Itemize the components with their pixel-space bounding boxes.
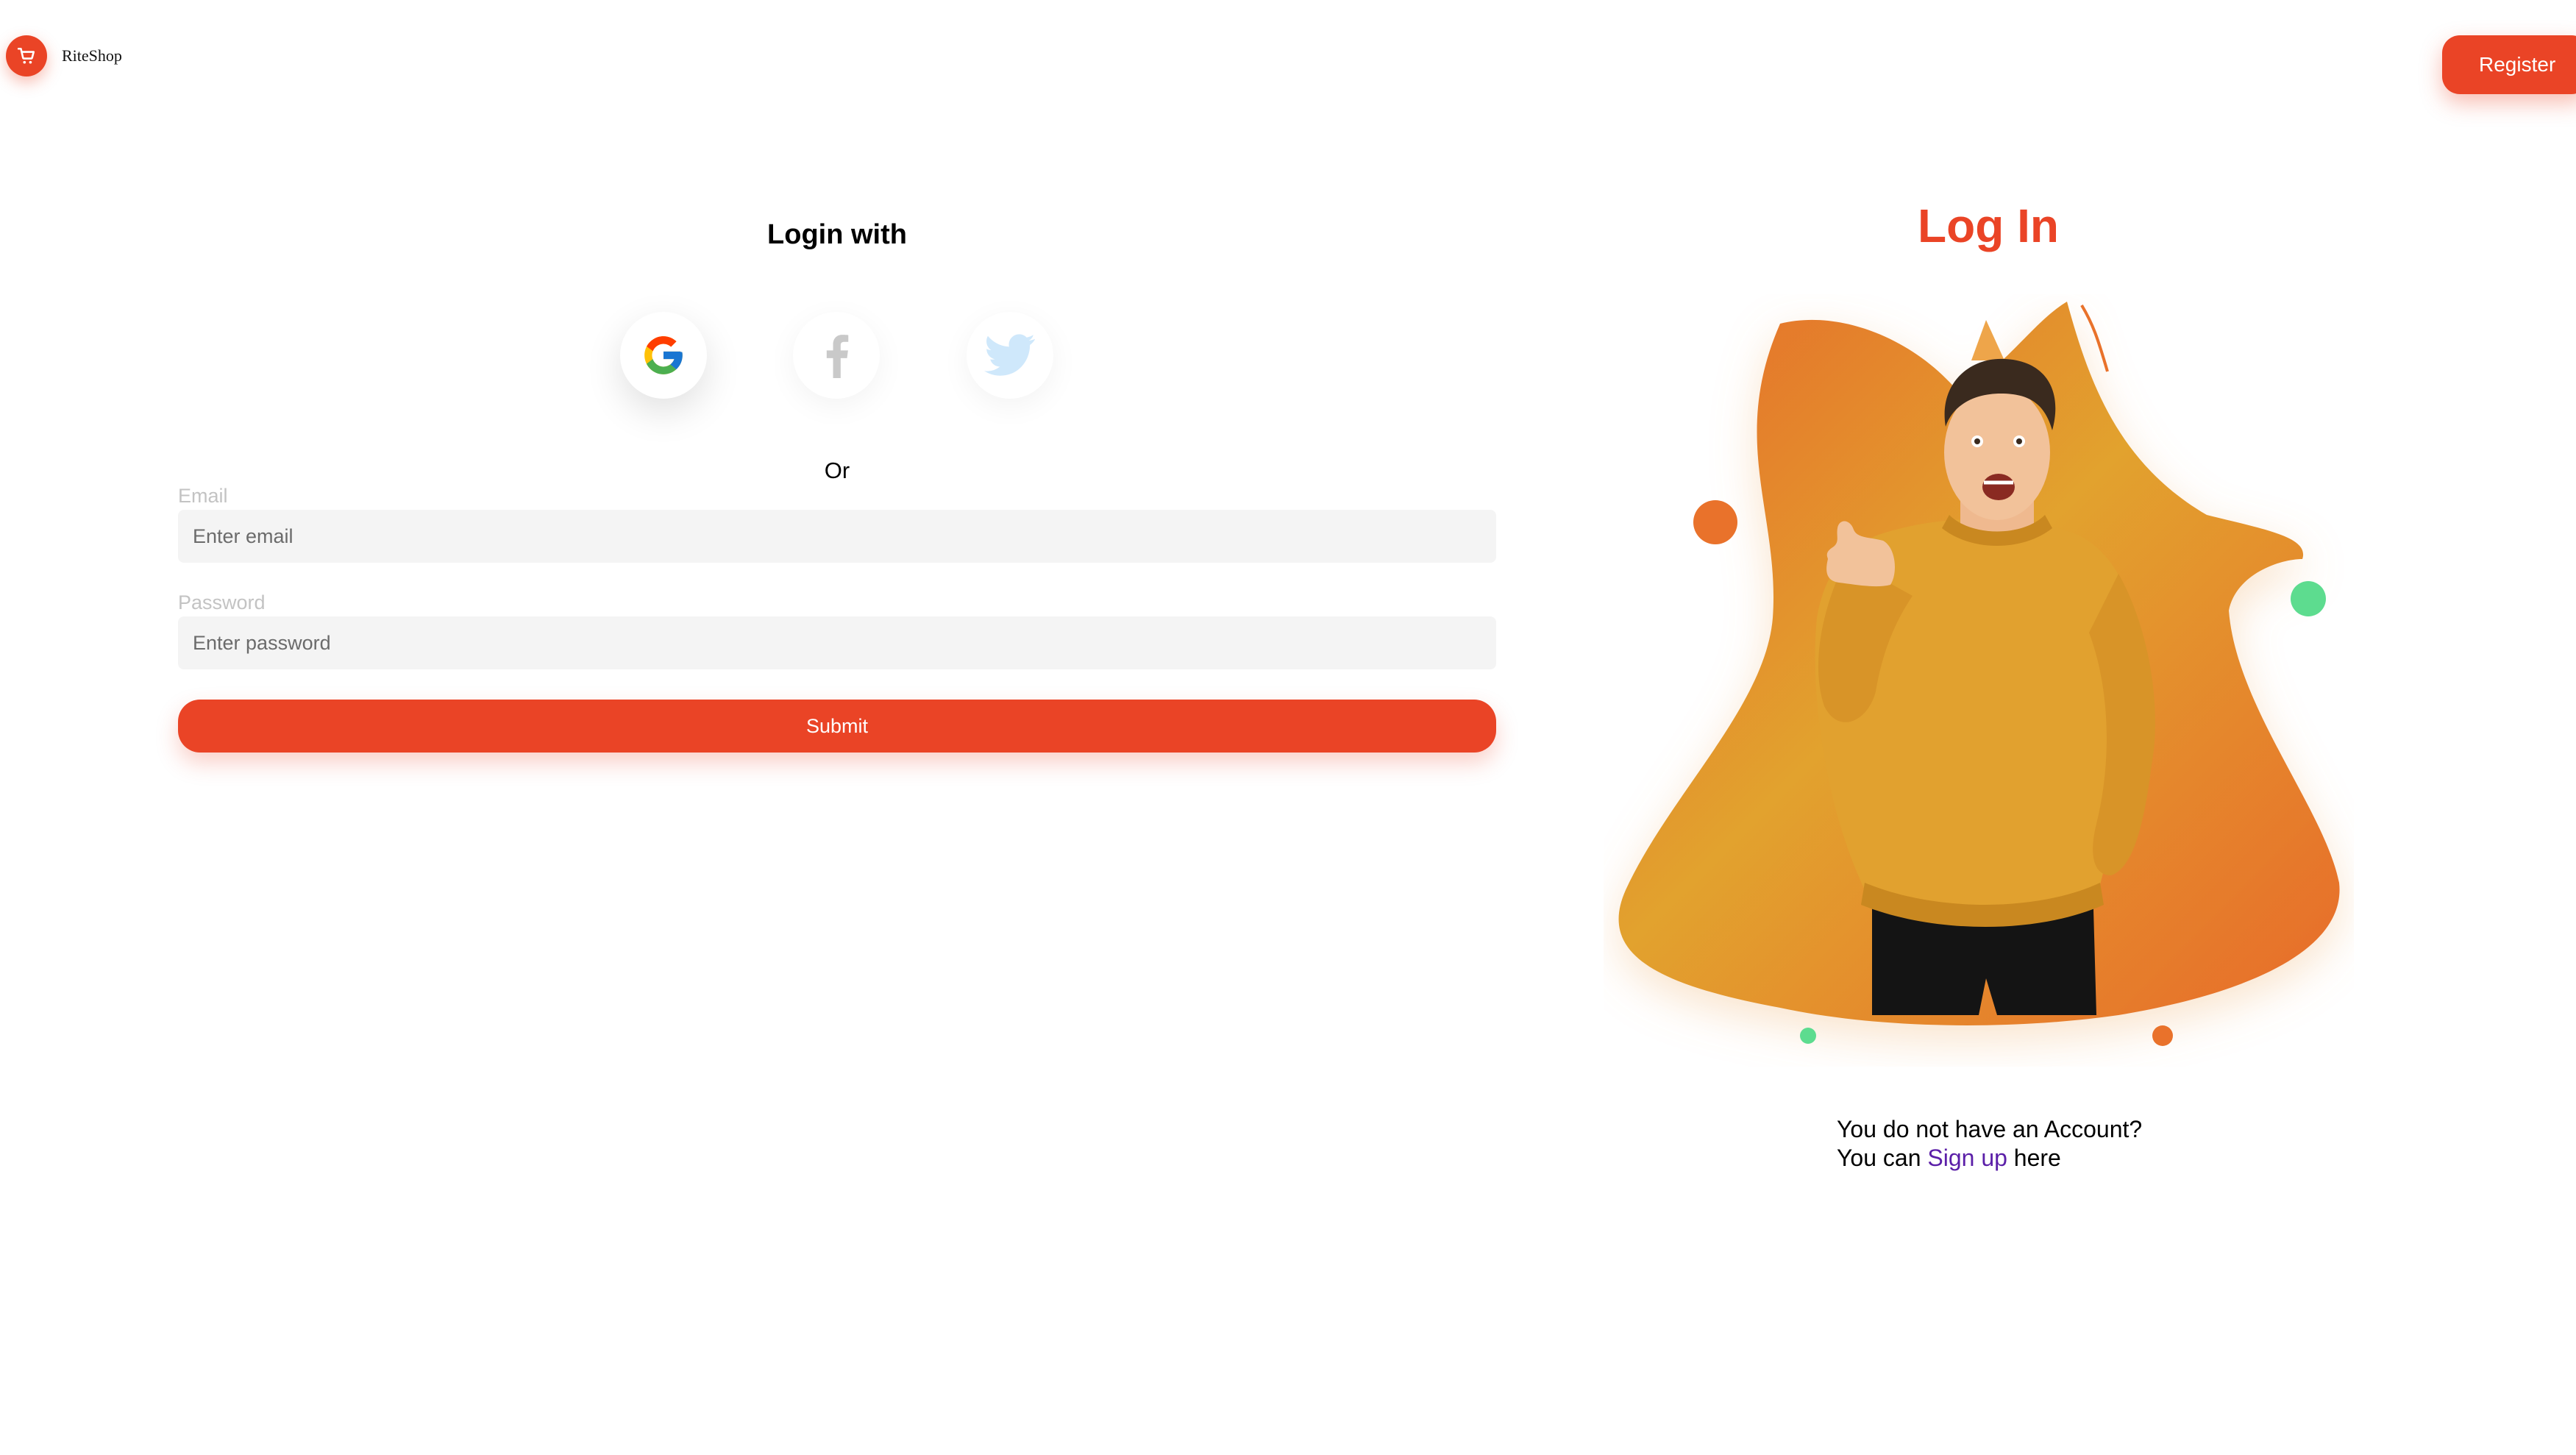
login-with-heading: Login with bbox=[767, 219, 907, 250]
signup-suffix: here bbox=[2007, 1145, 2061, 1171]
google-icon bbox=[644, 336, 683, 374]
or-divider: Or bbox=[824, 458, 850, 483]
login-page: RiteShop Register Login with Or Email Pa… bbox=[0, 0, 2576, 1455]
google-login-button[interactable] bbox=[620, 312, 707, 399]
page-title: Log In bbox=[1918, 199, 2059, 252]
register-button[interactable]: Register bbox=[2442, 35, 2576, 94]
twitter-icon bbox=[984, 334, 1035, 376]
email-field[interactable] bbox=[178, 510, 1496, 563]
facebook-login-button[interactable] bbox=[793, 312, 880, 399]
password-field[interactable] bbox=[178, 616, 1496, 669]
shopping-cart-icon bbox=[6, 35, 47, 77]
smiling-man-pointing-illustration bbox=[1618, 302, 2340, 1046]
brand-logo[interactable]: RiteShop bbox=[6, 35, 122, 77]
sign-up-link[interactable]: Sign up bbox=[1927, 1145, 2007, 1171]
signup-prompt: You do not have an Account? You can Sign… bbox=[1837, 1115, 2142, 1173]
twitter-login-button[interactable] bbox=[967, 312, 1053, 399]
brand-name: RiteShop bbox=[62, 46, 122, 65]
signup-prefix: You can bbox=[1837, 1145, 1928, 1171]
email-label: Email bbox=[178, 485, 228, 507]
signup-line-1: You do not have an Account? bbox=[1837, 1116, 2143, 1142]
facebook-icon bbox=[826, 335, 849, 378]
signup-line-2: You can Sign up here bbox=[1837, 1144, 2142, 1173]
password-label: Password bbox=[178, 591, 266, 613]
submit-button[interactable]: Submit bbox=[178, 700, 1496, 753]
